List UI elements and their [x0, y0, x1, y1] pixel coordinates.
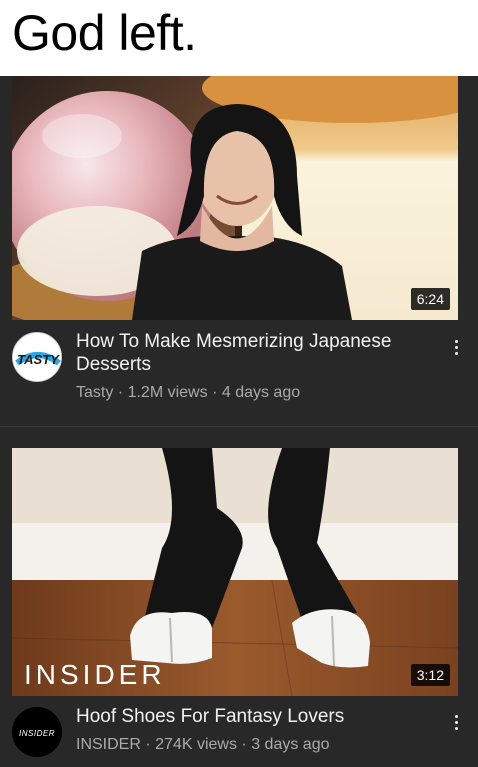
channel-avatar[interactable]: INSIDER	[12, 707, 62, 757]
video-subtitle: INSIDER · 274K views · 3 days ago	[76, 735, 329, 755]
tasty-logo-icon: TASTY	[13, 333, 61, 381]
divider	[0, 426, 478, 427]
thumbnail-image-hoof-shoes: INSIDER	[12, 448, 458, 696]
separator: ·	[212, 384, 218, 401]
caption-text: God left.	[12, 5, 197, 61]
thumbnail-image-desserts	[12, 76, 458, 320]
channel-avatar[interactable]: TASTY	[12, 332, 62, 382]
video-duration-badge: 6:24	[410, 288, 450, 310]
view-count: 1.2M views	[127, 384, 208, 401]
svg-text:INSIDER: INSIDER	[19, 729, 55, 738]
channel-name[interactable]: Tasty	[76, 384, 113, 401]
insider-logo-icon: INSIDER	[12, 707, 62, 757]
video-thumbnail[interactable]: INSIDER 3:12	[12, 448, 458, 696]
separator: ·	[145, 736, 151, 753]
separator: ·	[117, 384, 124, 401]
upload-age: 3 days ago	[251, 736, 330, 753]
separator: ·	[241, 736, 247, 753]
video-title[interactable]: How To Make Mesmerizing Japanese Dessert…	[76, 330, 431, 376]
more-vertical-icon[interactable]	[446, 709, 466, 735]
svg-text:TASTY: TASTY	[17, 352, 60, 367]
upload-age: 4 days ago	[221, 384, 301, 401]
video-title[interactable]: Hoof Shoes For Fantasy Lovers	[76, 705, 431, 728]
video-thumbnail[interactable]: 6:24	[12, 76, 458, 320]
channel-name[interactable]: INSIDER	[76, 736, 141, 753]
video-subtitle: Tasty · 1.2M views · 4 days ago	[76, 383, 300, 403]
meme-caption: God left.	[0, 0, 478, 76]
video-metadata: INSIDER Hoof Shoes For Fantasy Lovers IN…	[12, 703, 466, 767]
video-duration-badge: 3:12	[410, 664, 450, 686]
insider-watermark: INSIDER	[24, 659, 166, 690]
view-count: 274K views	[155, 736, 237, 753]
video-metadata: TASTY How To Make Mesmerizing Japanese D…	[12, 328, 466, 408]
more-vertical-icon[interactable]	[446, 334, 466, 360]
video-feed: 6:24 TASTY How To Make Mesmerizing Japan…	[0, 76, 478, 767]
